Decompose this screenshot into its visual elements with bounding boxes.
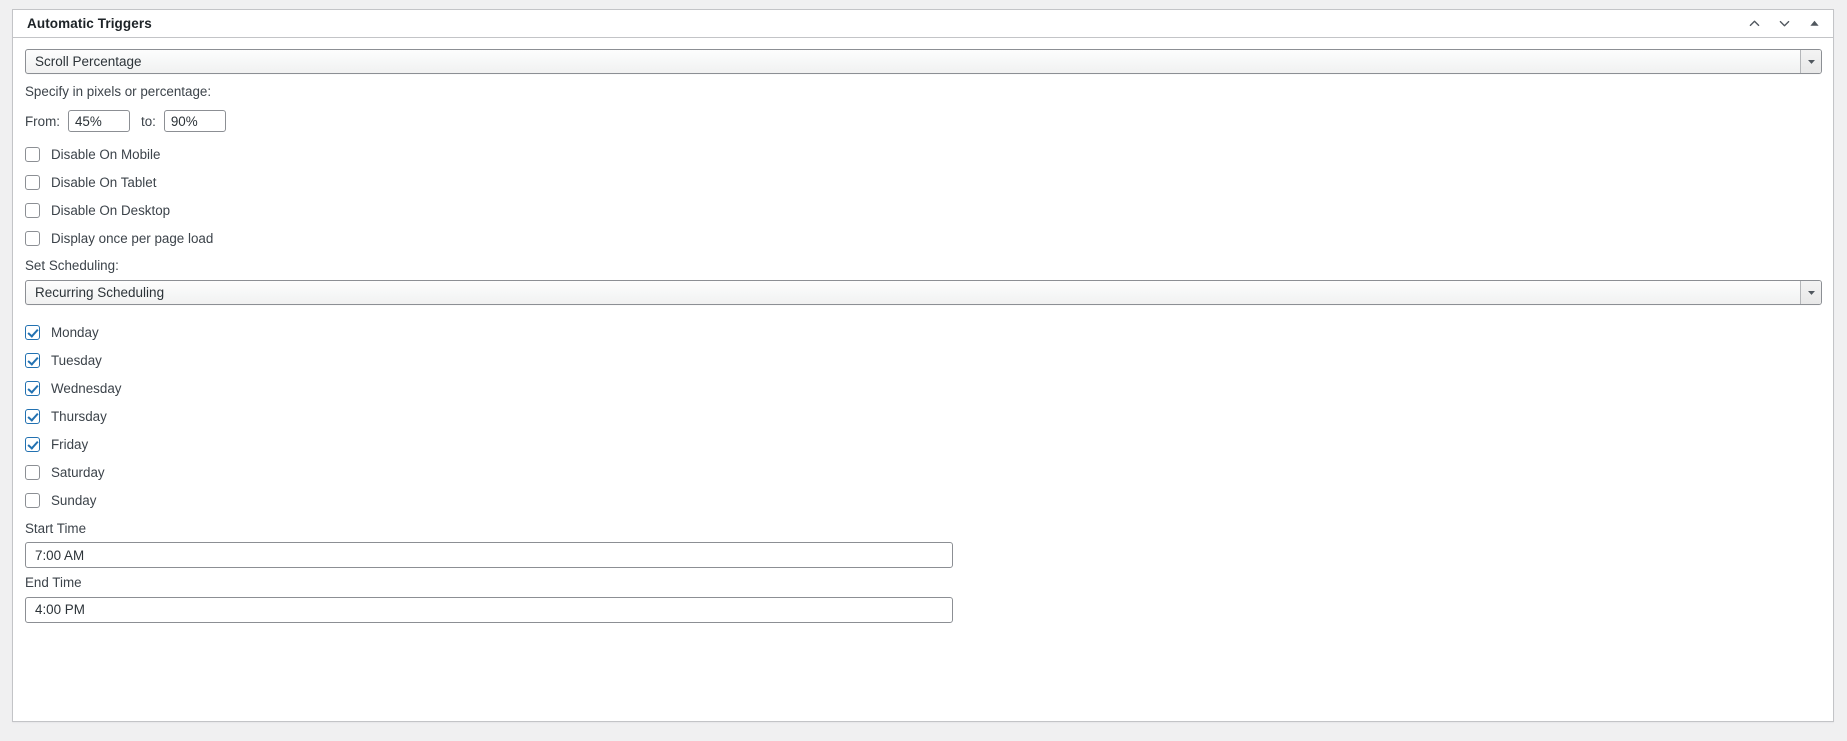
checkbox-row-friday[interactable]: Friday bbox=[25, 437, 1821, 453]
checkbox-row-disable-on-mobile[interactable]: Disable On Mobile bbox=[25, 146, 1821, 162]
move-down-button[interactable] bbox=[1769, 11, 1799, 37]
checkbox-label-monday: Monday bbox=[51, 325, 99, 341]
checkbox-row-tuesday[interactable]: Tuesday bbox=[25, 353, 1821, 369]
toggle-panel-button[interactable] bbox=[1799, 11, 1829, 37]
trigger-type-selected-value: Scroll Percentage bbox=[35, 53, 142, 69]
scheduling-label: Set Scheduling: bbox=[25, 258, 119, 274]
start-time-label: Start Time bbox=[25, 520, 87, 536]
checkbox-row-monday[interactable]: Monday bbox=[25, 325, 1821, 341]
to-label: to: bbox=[140, 113, 156, 129]
checkbox-wednesday[interactable] bbox=[25, 381, 40, 397]
checkbox-display-once-per-page-load[interactable] bbox=[25, 230, 40, 246]
checkbox-label-wednesday: Wednesday bbox=[51, 381, 122, 397]
scroll-to-input[interactable] bbox=[163, 110, 226, 133]
panel-header: Automatic Triggers bbox=[13, 10, 1833, 38]
scheduling-select[interactable]: Recurring Scheduling bbox=[25, 279, 1822, 305]
checkbox-friday[interactable] bbox=[25, 437, 40, 453]
checkbox-label-disable-on-mobile: Disable On Mobile bbox=[51, 146, 161, 162]
from-label: From: bbox=[25, 113, 60, 129]
checkbox-monday[interactable] bbox=[25, 325, 40, 341]
start-time-input[interactable] bbox=[25, 542, 953, 569]
checkbox-label-friday: Friday bbox=[51, 437, 89, 453]
scroll-range-row: From: to: bbox=[25, 110, 1821, 133]
checkbox-label-disable-on-desktop: Disable On Desktop bbox=[51, 202, 171, 218]
checkbox-label-disable-on-tablet: Disable On Tablet bbox=[51, 174, 157, 190]
checkbox-thursday[interactable] bbox=[25, 409, 40, 425]
checkbox-tuesday[interactable] bbox=[25, 353, 40, 369]
chevron-up-icon bbox=[1747, 16, 1762, 31]
triangle-up-icon bbox=[1809, 18, 1820, 29]
trigger-type-select[interactable]: Scroll Percentage bbox=[25, 49, 1822, 74]
page-title: Automatic Triggers bbox=[27, 15, 152, 31]
checkbox-row-wednesday[interactable]: Wednesday bbox=[25, 381, 1821, 397]
checkbox-row-sunday[interactable]: Sunday bbox=[25, 493, 1821, 509]
scroll-from-input[interactable] bbox=[67, 110, 130, 133]
checkbox-row-disable-on-tablet[interactable]: Disable On Tablet bbox=[25, 174, 1821, 190]
caret-down-icon[interactable] bbox=[1800, 280, 1821, 304]
panel-body: Scroll Percentage Specify in pixels or p… bbox=[13, 38, 1833, 633]
checkbox-label-tuesday: Tuesday bbox=[51, 353, 102, 369]
checkbox-saturday[interactable] bbox=[25, 465, 40, 481]
checkbox-disable-on-desktop[interactable] bbox=[25, 202, 40, 218]
checkbox-disable-on-mobile[interactable] bbox=[25, 146, 40, 162]
checkbox-label-display-once-per-page-load: Display once per page load bbox=[51, 230, 214, 246]
checkbox-row-saturday[interactable]: Saturday bbox=[25, 465, 1821, 481]
scheduling-selected-value: Recurring Scheduling bbox=[35, 284, 165, 300]
panel-header-actions bbox=[1739, 11, 1829, 37]
automatic-triggers-panel: Automatic Triggers Scroll Percentage Spe… bbox=[12, 9, 1834, 722]
chevron-down-icon bbox=[1777, 16, 1792, 31]
end-time-label: End Time bbox=[25, 575, 82, 591]
end-time-input[interactable] bbox=[25, 596, 953, 623]
checkbox-label-saturday: Saturday bbox=[51, 465, 105, 481]
checkbox-row-display-once-per-page-load[interactable]: Display once per page load bbox=[25, 230, 1821, 246]
checkbox-label-sunday: Sunday bbox=[51, 493, 97, 509]
caret-down-icon[interactable] bbox=[1800, 50, 1821, 73]
checkbox-sunday[interactable] bbox=[25, 493, 40, 509]
checkbox-row-thursday[interactable]: Thursday bbox=[25, 409, 1821, 425]
checkbox-disable-on-tablet[interactable] bbox=[25, 174, 40, 190]
checkbox-label-thursday: Thursday bbox=[51, 409, 107, 425]
move-up-button[interactable] bbox=[1739, 11, 1769, 37]
checkbox-row-disable-on-desktop[interactable]: Disable On Desktop bbox=[25, 202, 1821, 218]
range-instruction-label: Specify in pixels or percentage: bbox=[25, 84, 212, 99]
